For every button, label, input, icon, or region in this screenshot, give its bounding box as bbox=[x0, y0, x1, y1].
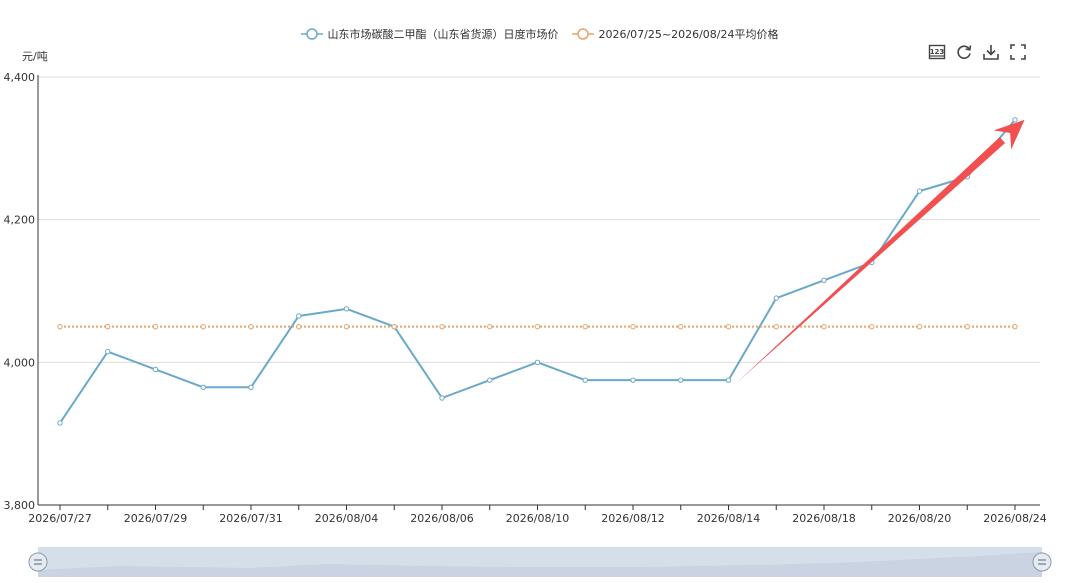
series-0-point bbox=[152, 366, 159, 373]
series-1-point bbox=[343, 323, 350, 330]
x-tick-label: 2026/07/27 bbox=[28, 512, 91, 525]
series-1-point bbox=[200, 323, 206, 330]
series-0-point bbox=[534, 359, 541, 366]
series-1-point bbox=[821, 323, 827, 330]
series-0-point bbox=[821, 277, 827, 283]
x-tick-label: 2026/08/10 bbox=[506, 512, 569, 525]
x-tick-label: 2026/07/31 bbox=[219, 512, 282, 525]
series-0-point bbox=[57, 420, 63, 426]
series-1-point bbox=[869, 323, 875, 330]
series-1-point bbox=[678, 323, 684, 330]
trend-arrow-shaft bbox=[735, 137, 1006, 384]
series-1-point bbox=[57, 323, 63, 330]
series-0-point bbox=[248, 384, 254, 390]
x-tick-label: 2026/08/18 bbox=[792, 512, 855, 525]
x-tick-label: 2026/08/24 bbox=[983, 512, 1046, 525]
series-1-point bbox=[152, 323, 159, 330]
series-0-point bbox=[487, 377, 493, 383]
y-tick-label: 4,200 bbox=[4, 214, 36, 227]
series-0-point bbox=[773, 295, 779, 301]
series-1-point bbox=[964, 323, 970, 330]
slider-handle-right[interactable] bbox=[1032, 552, 1052, 572]
grid-lines bbox=[38, 76, 1040, 363]
series-0-point bbox=[582, 377, 588, 383]
series-0-point bbox=[916, 188, 923, 194]
series-1-point bbox=[725, 323, 732, 330]
x-tick-label: 2026/08/12 bbox=[601, 512, 664, 525]
series-1-point bbox=[534, 323, 541, 330]
x-tick-label: 2026/08/06 bbox=[410, 512, 473, 525]
y-tick-label: 3,800 bbox=[4, 499, 36, 512]
axes: 3,800 4,000 4,200 4,400 2026/07/27 2026/07/29… bbox=[4, 71, 1047, 525]
series-lines bbox=[57, 117, 1018, 426]
series-0-point bbox=[105, 348, 111, 355]
series-0-point bbox=[200, 384, 206, 390]
series-1-point bbox=[773, 323, 779, 330]
trend-annotation bbox=[735, 119, 1025, 384]
series-1-point bbox=[391, 323, 397, 330]
series-1-point bbox=[248, 323, 254, 330]
x-tick-label: 2026/08/20 bbox=[888, 512, 951, 525]
slider-handle-left[interactable] bbox=[28, 552, 48, 572]
series-0-point bbox=[343, 306, 350, 312]
series-0-point bbox=[296, 313, 302, 319]
series-1-point bbox=[582, 323, 588, 330]
data-zoom-slider[interactable] bbox=[0, 540, 1080, 583]
y-tick-label: 4,400 bbox=[4, 71, 36, 84]
x-tick-label: 2026/08/04 bbox=[315, 512, 378, 525]
series-0-point bbox=[678, 377, 684, 383]
series-0-point bbox=[725, 377, 732, 383]
series-1-point bbox=[296, 323, 302, 330]
series-line-0 bbox=[59, 119, 1016, 424]
series-0-point bbox=[630, 377, 636, 383]
series-1-point bbox=[630, 323, 636, 330]
x-tick-label: 2026/07/29 bbox=[124, 512, 187, 525]
series-1-point bbox=[916, 323, 923, 330]
series-1-point bbox=[105, 323, 111, 330]
series-1-point bbox=[1012, 323, 1018, 330]
series-0-point bbox=[1012, 117, 1018, 123]
y-tick-label: 4,000 bbox=[4, 356, 36, 369]
line-chart: 3,800 4,000 4,200 4,400 2026/07/27 2026/07/29… bbox=[4, 71, 1047, 525]
series-1-point bbox=[487, 323, 493, 330]
series-1-point bbox=[439, 323, 445, 330]
series-0-point bbox=[439, 395, 445, 401]
x-tick-label: 2026/08/14 bbox=[697, 512, 760, 525]
